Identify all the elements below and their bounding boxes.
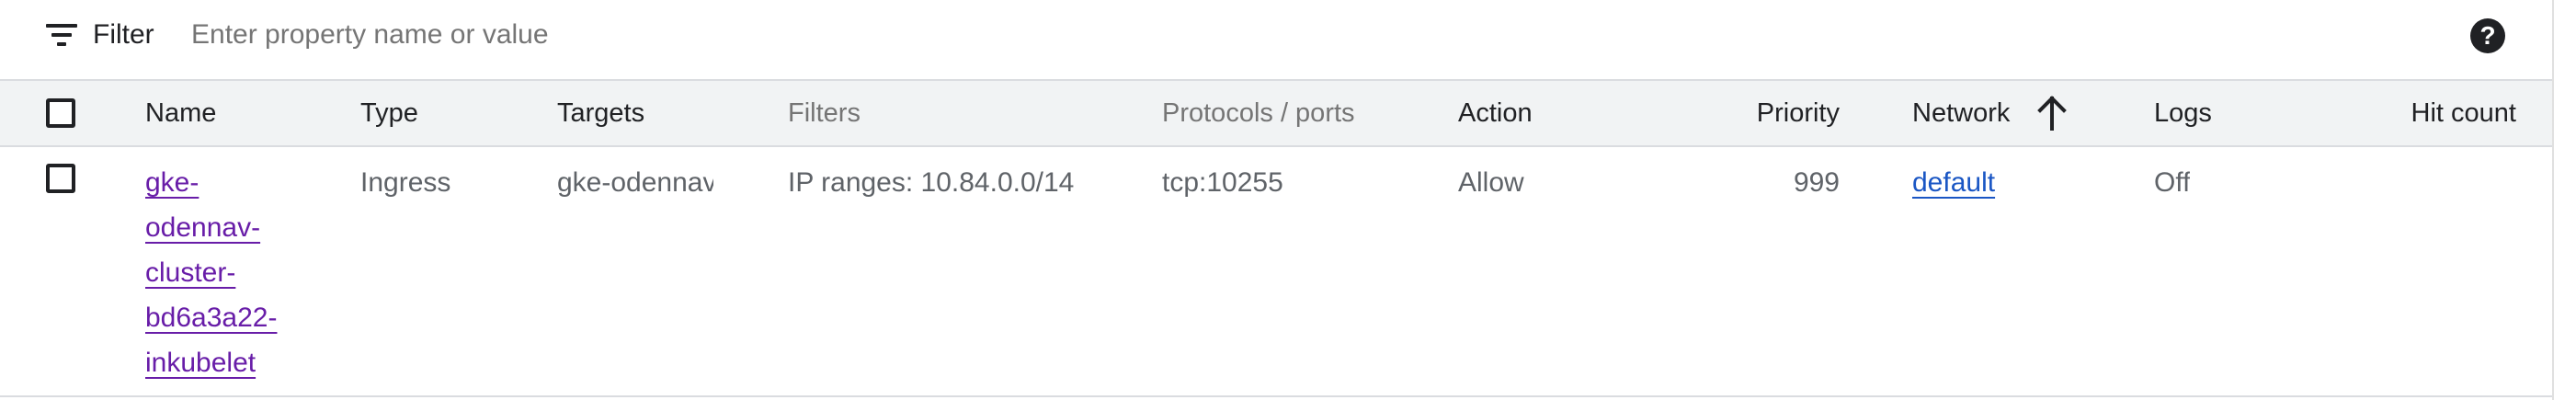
column-header-type[interactable]: Type: [360, 81, 418, 145]
firewall-rules-table-view: Filter ? Name Type Targets Filters Proto…: [0, 0, 2576, 400]
help-circle-icon[interactable]: ?: [2470, 18, 2505, 53]
column-header-name[interactable]: Name: [145, 81, 216, 145]
rule-name-part[interactable]: inkubelet: [145, 348, 256, 378]
table-header-row: Name Type Targets Filters Protocols / po…: [0, 81, 2552, 147]
column-header-protocols-ports: Protocols / ports: [1162, 98, 1355, 128]
panel-divider: [2552, 0, 2554, 400]
column-header-logs[interactable]: Logs: [2154, 81, 2212, 145]
rule-name-part[interactable]: odennav-: [145, 212, 260, 243]
filter-input[interactable]: [191, 13, 1478, 57]
rule-name-part[interactable]: gke-: [145, 167, 199, 198]
filter-bar: Filter ?: [0, 0, 2552, 81]
arrow-up-icon[interactable]: [2036, 96, 2068, 131]
cell-filters: IP ranges: 10.84.0.0/14: [788, 167, 1075, 198]
filter-list-icon[interactable]: [46, 24, 77, 46]
firewall-rule-name-link[interactable]: gke- odennav- cluster- bd6a3a22- inkubel…: [145, 160, 302, 385]
cell-logs: Off: [2154, 167, 2191, 198]
rule-name-part[interactable]: cluster-: [145, 257, 235, 288]
column-header-action[interactable]: Action: [1458, 81, 1533, 145]
filter-label[interactable]: Filter: [93, 17, 154, 53]
cell-action: Allow: [1458, 167, 1524, 198]
rule-name-part[interactable]: bd6a3a22-: [145, 303, 277, 333]
row-select-checkbox[interactable]: [46, 164, 75, 193]
select-all-checkbox[interactable]: [46, 98, 75, 128]
column-header-priority[interactable]: Priority: [1757, 81, 1840, 145]
cell-targets: gke-odennav-cluster: [557, 167, 713, 198]
cell-priority: 999: [1793, 167, 1840, 198]
column-header-filters: Filters: [788, 98, 861, 128]
column-header-targets[interactable]: Targets: [557, 81, 644, 145]
cell-type: Ingress: [360, 167, 451, 198]
table-row: gke- odennav- cluster- bd6a3a22- inkubel…: [0, 147, 2552, 397]
cell-protocols-ports: tcp:10255: [1162, 167, 1283, 198]
column-header-network[interactable]: Network: [1912, 81, 2010, 145]
network-link[interactable]: default: [1912, 160, 1995, 206]
column-header-hit-count[interactable]: Hit count: [2411, 81, 2516, 145]
